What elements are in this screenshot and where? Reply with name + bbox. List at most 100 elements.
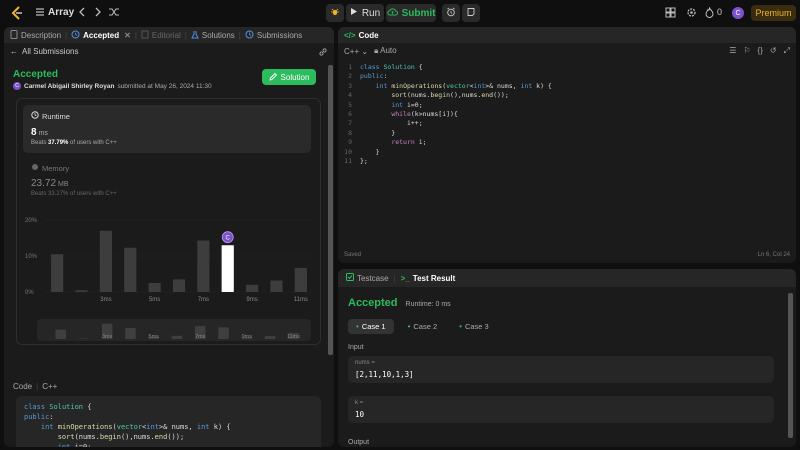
- line-number: 5: [348, 100, 352, 109]
- submit-label: Submit: [401, 7, 436, 19]
- code-line[interactable]: 8 }: [338, 129, 796, 138]
- highlight-bar[interactable]: [221, 245, 234, 292]
- cursor-position: Ln 6, Col 24: [757, 252, 790, 258]
- tab-accepted[interactable]: Accepted ✕: [71, 30, 131, 41]
- timer-button[interactable]: [442, 4, 460, 22]
- all-submissions-link[interactable]: ← All Submissions: [10, 47, 78, 56]
- code-line[interactable]: 6 while(k>nums[i]){: [338, 110, 796, 119]
- chevron-down-icon: ⌄: [361, 46, 369, 56]
- code-line[interactable]: 4 sort(nums.begin(),nums.end());: [338, 91, 796, 100]
- language-select[interactable]: C++ ⌄: [344, 47, 368, 56]
- notes-button[interactable]: [462, 4, 480, 22]
- bar[interactable]: [99, 230, 112, 292]
- case-tab-2[interactable]: • Case 2: [400, 319, 446, 334]
- test-panel-scrollbar[interactable]: [788, 293, 793, 438]
- bookmark-icon[interactable]: ⚐: [743, 46, 750, 56]
- input-k-box[interactable]: k = 10: [348, 396, 774, 423]
- runtime-unit: ms: [38, 130, 48, 137]
- braces-icon[interactable]: {}: [758, 46, 763, 56]
- line-number: 8: [348, 128, 352, 137]
- problem-list-icon[interactable]: [33, 5, 47, 19]
- submit-button[interactable]: Submit: [386, 4, 436, 22]
- history-icon: [71, 30, 80, 41]
- x-tick-label: 9ms: [246, 297, 257, 303]
- problem-list-title[interactable]: Array: [48, 7, 74, 18]
- chevron-left-icon[interactable]: [76, 5, 88, 19]
- tab-divider: |: [134, 30, 137, 40]
- tab-editorial[interactable]: Editorial: [141, 30, 181, 41]
- x-tick-label: 3ms: [100, 297, 111, 303]
- line-text: };: [360, 156, 368, 165]
- code-editor-panel: </> Code C++ ⌄ 🔒︎ Auto ☰ ⚐ {} ↺ ⤢ 1 class…: [338, 27, 796, 263]
- test-runtime: Runtime: 0 ms: [405, 301, 451, 308]
- submitter-avatar[interactable]: C: [13, 82, 21, 90]
- premium-button[interactable]: Premium: [751, 5, 796, 21]
- left-panel-scrollbar[interactable]: [326, 61, 334, 447]
- tab-testcase[interactable]: Testcase: [346, 273, 389, 283]
- code-editor[interactable]: 1 class Solution {2 public: 3 int minOperat…: [338, 63, 796, 243]
- pass-dot-icon: •: [356, 322, 359, 331]
- bar[interactable]: [246, 284, 259, 292]
- tab-test-result[interactable]: >_ Test Result: [401, 274, 456, 283]
- bar[interactable]: [294, 267, 307, 292]
- chevron-right-icon[interactable]: [92, 5, 104, 19]
- scroll-thumb[interactable]: [328, 65, 333, 355]
- submission-panel: Description | Accepted ✕ | Editorial | S…: [4, 27, 334, 447]
- bar[interactable]: [270, 280, 283, 292]
- divider: |: [36, 382, 39, 391]
- bar[interactable]: [51, 254, 64, 292]
- code-line[interactable]: 3 int minOperations(vector<int>& nums, i…: [338, 82, 796, 91]
- bar[interactable]: [124, 247, 137, 292]
- submitter-name[interactable]: Carmel Abigail Shirley Royan: [24, 83, 114, 90]
- run-label: Run: [361, 7, 381, 19]
- runtime-range-brush[interactable]: 3ms 5ms 7ms 9ms 11ms: [37, 319, 311, 341]
- line-text: while(k>nums[i]){: [391, 109, 458, 118]
- daily-streak[interactable]: 0: [705, 6, 722, 20]
- user-avatar[interactable]: C: [732, 7, 744, 19]
- format-icon[interactable]: ☰: [729, 46, 736, 56]
- reset-icon[interactable]: ↺: [770, 46, 777, 56]
- code-line[interactable]: 5 int i=0;: [338, 101, 796, 110]
- line-text: }: [360, 147, 380, 156]
- bar[interactable]: [75, 290, 88, 292]
- auto-mode[interactable]: 🔒︎ Auto: [374, 46, 397, 56]
- close-icon[interactable]: ✕: [124, 31, 131, 40]
- code-line[interactable]: 1 class Solution {: [338, 63, 796, 72]
- post-solution-button[interactable]: Solution: [262, 69, 316, 85]
- code-line[interactable]: 9 return i;: [338, 138, 796, 147]
- runtime-card[interactable]: Runtime 8 ms Beats 37.79% of users with C…: [23, 105, 311, 153]
- tab-description[interactable]: Description: [10, 29, 61, 41]
- bar[interactable]: [197, 240, 210, 292]
- memory-value: 23.72 MB: [31, 178, 69, 189]
- code-line[interactable]: 7 i++;: [338, 119, 796, 128]
- terminal-icon: >_: [400, 273, 410, 283]
- all-submissions-label: All Submissions: [22, 47, 79, 56]
- tab-submissions[interactable]: Submissions: [245, 30, 302, 41]
- submitted-code-block[interactable]: class Solution { public: int minOperatio…: [16, 396, 321, 447]
- tab-solutions[interactable]: Solutions: [191, 30, 235, 41]
- share-link-icon[interactable]: [318, 47, 328, 59]
- shuffle-icon[interactable]: [108, 5, 120, 19]
- gear-icon[interactable]: [686, 7, 697, 18]
- top-bar: Array Run Submit 0 C Premium: [0, 0, 800, 26]
- arrow-left-icon: ←: [10, 47, 18, 56]
- performance-stats: Runtime 8 ms Beats 37.79% of users with C…: [16, 98, 321, 345]
- expand-icon[interactable]: ⤢: [784, 46, 790, 56]
- logo-icon[interactable]: [10, 6, 24, 20]
- layout-grid-icon[interactable]: [665, 7, 676, 18]
- bar[interactable]: [172, 279, 186, 292]
- code-line[interactable]: 2 public:: [338, 72, 796, 81]
- case-tab-3[interactable]: • Case 3: [451, 319, 497, 334]
- memory-label[interactable]: Memory: [31, 163, 69, 173]
- debug-button[interactable]: [326, 4, 344, 22]
- code-panel-header: </> Code: [338, 27, 796, 43]
- case-tab-1[interactable]: • Case 1: [348, 319, 394, 334]
- brush-tick-label: 7ms: [195, 334, 206, 340]
- input-nums-box[interactable]: nums = [2,11,10,1,3]: [348, 356, 774, 383]
- run-button[interactable]: Run: [346, 4, 384, 22]
- bar[interactable]: [148, 283, 161, 292]
- runtime-distribution-chart[interactable]: 0% 10% 20% C 3ms 5ms 7ms 9ms 11ms: [23, 212, 318, 307]
- submission-status: Accepted: [13, 69, 59, 80]
- code-line[interactable]: 11};: [338, 157, 796, 166]
- code-line[interactable]: 10 }: [338, 148, 796, 157]
